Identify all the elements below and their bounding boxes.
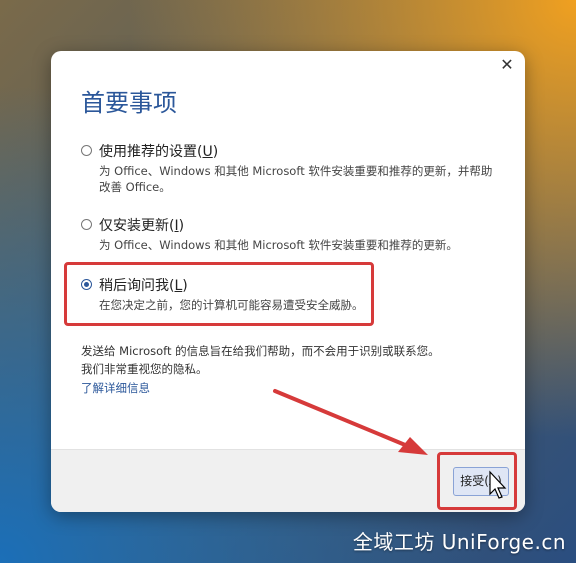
close-icon[interactable]: ✕ xyxy=(497,55,517,75)
option-label: 仅安装更新(I) xyxy=(99,218,185,234)
privacy-info: 发送给 Microsoft 的信息旨在给我们帮助，而不会用于识别或联系您。 我们… xyxy=(81,342,501,378)
radio-updates-only[interactable] xyxy=(81,219,92,230)
learn-more-link[interactable]: 了解详细信息 xyxy=(81,380,150,396)
accept-button[interactable]: 接受(A) xyxy=(453,467,509,496)
first-things-first-dialog: ✕ 首要事项 使用推荐的设置(U) 为 Office、Windows 和其他 M… xyxy=(51,51,525,512)
privacy-info-line: 我们非常重视您的隐私。 xyxy=(81,362,208,376)
option-description: 在您决定之前，您的计算机可能容易遭受安全威胁。 xyxy=(99,298,364,312)
radio-ask-later[interactable] xyxy=(81,279,92,290)
dialog-title: 首要事项 xyxy=(81,89,177,117)
watermark: 全域工坊 UniForge.cn xyxy=(352,530,566,554)
privacy-info-line: 发送给 Microsoft 的信息旨在给我们帮助，而不会用于识别或联系您。 xyxy=(81,344,440,358)
option-label: 稍后询问我(L) xyxy=(99,278,188,294)
option-description: 为 Office、Windows 和其他 Microsoft 软件安装重要和推荐… xyxy=(99,164,493,194)
radio-recommended[interactable] xyxy=(81,145,92,156)
option-description: 为 Office、Windows 和其他 Microsoft 软件安装重要和推荐… xyxy=(99,238,458,252)
option-label: 使用推荐的设置(U) xyxy=(99,144,219,160)
